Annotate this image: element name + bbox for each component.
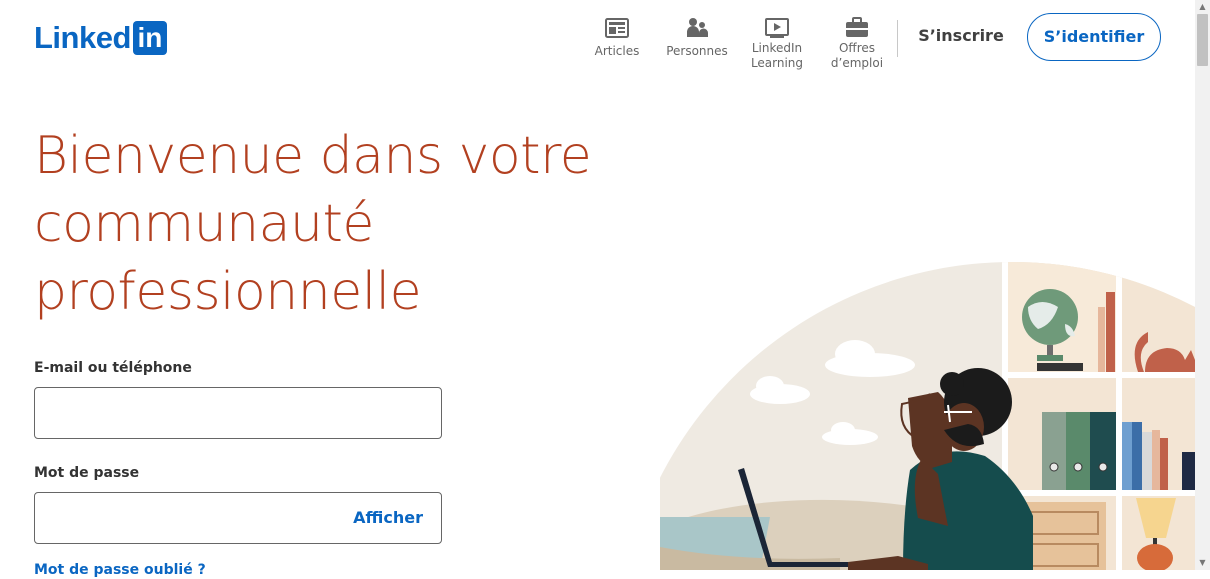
scroll-up-icon[interactable]: ▲ [1195,0,1210,14]
articles-icon [605,18,629,38]
nav-people-label: Personnes [666,44,728,58]
page-title: Bienvenue dans votre communauté professi… [34,122,592,326]
password-field-box[interactable]: Afficher [34,492,442,544]
top-header: Linked in Articles Personnes LinkedIn Lea… [0,0,1195,76]
show-password-button[interactable]: Afficher [353,507,423,529]
nav-learning[interactable]: LinkedIn Learning [737,14,817,71]
join-button[interactable]: S’inscrire [912,24,1010,48]
scroll-thumb[interactable] [1197,14,1208,66]
logo-box: in [132,21,167,55]
headline-line-2: communauté [34,194,374,254]
logo-text: Linked [34,20,131,55]
nav-jobs-label: Offres d’emploi [830,41,884,70]
email-field-box[interactable] [34,387,442,439]
linkedin-logo[interactable]: Linked in [34,21,167,55]
nav-learning-label: LinkedIn Learning [750,41,804,70]
nav-articles[interactable]: Articles [577,14,657,59]
hero-illustration [660,262,1195,570]
nav-divider [897,20,898,57]
nav-articles-label: Articles [594,44,640,58]
nav-jobs[interactable]: Offres d’emploi [817,14,897,71]
headline-line-1: Bienvenue dans votre [34,126,592,186]
password-label: Mot de passe [34,465,140,481]
forgot-password-link[interactable]: Mot de passe oublié ? [34,561,206,579]
vertical-scrollbar[interactable]: ▲ ▼ [1195,0,1210,570]
nav-people[interactable]: Personnes [657,14,737,59]
scroll-down-icon[interactable]: ▼ [1195,556,1210,570]
jobs-icon [846,17,868,37]
learning-icon [765,18,789,38]
password-field[interactable] [35,493,359,541]
email-label: E-mail ou téléphone [34,360,192,376]
people-icon [687,18,708,37]
email-field[interactable] [35,388,359,436]
headline-line-3: professionnelle [34,262,422,322]
signin-button[interactable]: S’identifier [1027,13,1161,61]
